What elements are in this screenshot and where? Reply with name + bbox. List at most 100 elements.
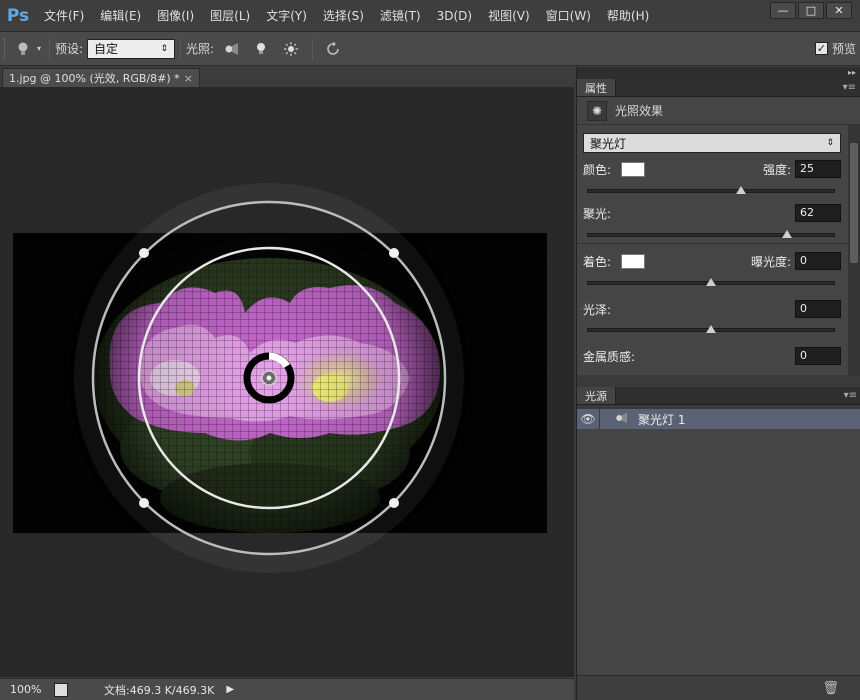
spotlight-icon	[614, 412, 634, 427]
preview-label: 预览	[831, 42, 856, 56]
hotspot-row: 聚光: 62	[583, 203, 841, 223]
preview-checkbox[interactable]: ✓	[814, 42, 828, 55]
menu-item-view[interactable]: 视图(V)	[480, 7, 538, 24]
lights-label: 光照:	[186, 42, 215, 56]
tab-lights[interactable]: 光源	[577, 387, 616, 404]
hotspot-field[interactable]: 62	[795, 204, 841, 222]
properties-title-row: ✺ 光照效果	[577, 97, 860, 125]
right-panel-column: ▸▸ 属性 ▾≡ ✺ 光照效果 聚光灯 ⇕ 颜色: 强度: 25 聚光: 62	[576, 67, 860, 700]
updown-arrow-icon: ⇕	[160, 43, 169, 54]
lights-panel: 光源 ▾≡ 👁 聚光灯 1	[577, 387, 860, 684]
colorize-row: 着色: 曝光度: 0	[583, 251, 841, 271]
divider	[599, 409, 600, 429]
minimize-button[interactable]: —	[770, 2, 796, 19]
spotlight-icon[interactable]	[220, 38, 242, 60]
play-arrow-icon[interactable]: ▶	[226, 684, 234, 695]
infinite-light-icon[interactable]	[280, 38, 302, 60]
menu-item-layer[interactable]: 图层(L)	[202, 7, 258, 24]
tab-properties[interactable]: 属性	[577, 79, 616, 96]
updown-arrow-icon: ⇕	[826, 138, 834, 148]
exposure-slider-thumb[interactable]	[706, 278, 716, 286]
hotspot-label: 聚光:	[583, 206, 612, 221]
collapse-panels-icon[interactable]: ▸▸	[577, 67, 860, 79]
document-tab-title: 1.jpg @ 100% (光效, RGB/8#) *	[9, 72, 180, 85]
menu-item-3d[interactable]: 3D(D)	[429, 9, 480, 23]
properties-title: 光照效果	[615, 104, 664, 118]
menu-item-file[interactable]: 文件(F)	[36, 7, 92, 24]
document-info: 文档:469.3 K/469.3K	[104, 683, 215, 697]
intensity-label: 强度:	[762, 162, 791, 177]
menu-bar: Ps 文件(F) 编辑(E) 图像(I) 图层(L) 文字(Y) 选择(S) 滤…	[0, 0, 860, 32]
color-swatch[interactable]	[621, 161, 646, 177]
exposure-label: 曝光度:	[750, 254, 791, 269]
colorize-swatch[interactable]	[621, 253, 646, 269]
canvas-area[interactable]	[0, 88, 574, 677]
intensity-slider-thumb[interactable]	[735, 186, 746, 194]
menu-item-type[interactable]: 文字(Y)	[258, 7, 315, 24]
reset-icon[interactable]	[322, 38, 344, 60]
gloss-slider[interactable]	[587, 325, 835, 333]
canvas-image[interactable]	[0, 88, 574, 677]
intensity-field[interactable]: 25	[795, 160, 841, 178]
gloss-row: 光泽: 0	[583, 299, 841, 319]
metallic-label: 金属质感:	[583, 349, 636, 364]
divider	[180, 37, 182, 60]
metallic-field[interactable]: 0	[795, 347, 841, 365]
light-name: 聚光灯 1	[638, 412, 686, 427]
exposure-field[interactable]: 0	[795, 252, 841, 270]
hotspot-slider-thumb[interactable]	[782, 230, 793, 238]
properties-panel-header: 属性 ▾≡	[577, 79, 860, 97]
colorize-label: 着色:	[583, 254, 612, 269]
status-bar: 100% 文档:469.3 K/469.3K ▶	[0, 678, 574, 700]
gloss-label: 光泽:	[583, 302, 612, 317]
chevron-down-icon[interactable]: ▾	[34, 38, 44, 60]
properties-scrollbar[interactable]	[848, 125, 860, 375]
menu-item-edit[interactable]: 编辑(E)	[92, 7, 149, 24]
color-label: 颜色:	[583, 162, 612, 177]
properties-panel: ✺ 光照效果 聚光灯 ⇕ 颜色: 强度: 25 聚光: 62 着色: 曝光度:	[577, 97, 860, 375]
close-tab-icon[interactable]: ×	[184, 72, 193, 85]
metallic-row: 金属质感: 0	[583, 346, 841, 366]
eye-icon[interactable]: 👁	[577, 412, 599, 426]
menu-item-help[interactable]: 帮助(H)	[599, 7, 657, 24]
gloss-field[interactable]: 0	[795, 300, 841, 318]
lights-footer: 🗑	[577, 675, 860, 700]
hotspot-slider[interactable]	[587, 230, 835, 238]
bulb-icon[interactable]	[12, 38, 34, 60]
light-type-value: 聚光灯	[590, 136, 627, 151]
preset-select[interactable]: 自定 ⇕	[87, 38, 176, 59]
light-type-select[interactable]: 聚光灯 ⇕	[583, 133, 841, 153]
intensity-slider[interactable]	[587, 186, 835, 194]
lights-panel-header: 光源 ▾≡	[577, 387, 860, 405]
trash-icon[interactable]: 🗑	[822, 681, 839, 696]
divider	[312, 37, 314, 60]
list-item[interactable]: 👁 聚光灯 1	[577, 409, 860, 429]
preset-label: 预设:	[55, 42, 84, 56]
divider	[577, 243, 849, 244]
panel-menu-icon[interactable]: ▾≡	[840, 387, 860, 404]
preview-checkbox-group[interactable]: ✓ 预览	[814, 40, 856, 57]
point-light-icon[interactable]	[250, 38, 272, 60]
menu-item-select[interactable]: 选择(S)	[315, 7, 372, 24]
divider	[49, 37, 50, 60]
lights-list: 👁 聚光灯 1	[577, 409, 860, 684]
panel-menu-icon[interactable]: ▾≡	[839, 79, 860, 96]
options-bar: ▾ 预设: 自定 ⇕ 光照: ✓ 预览	[0, 32, 860, 66]
zoom-level[interactable]: 100%	[0, 683, 44, 696]
preset-value: 自定	[94, 42, 119, 56]
menu-item-filter[interactable]: 滤镜(T)	[372, 7, 429, 24]
maximize-button[interactable]: □	[798, 2, 824, 19]
document-tab[interactable]: 1.jpg @ 100% (光效, RGB/8#) * ×	[2, 68, 200, 87]
menu-item-window[interactable]: 窗口(W)	[538, 7, 599, 24]
export-icon[interactable]	[54, 682, 68, 697]
photoshop-logo: Ps	[6, 5, 30, 26]
color-row: 颜色: 强度: 25	[583, 159, 841, 179]
scrollbar-thumb[interactable]	[850, 143, 858, 263]
grip-handle[interactable]	[4, 37, 12, 60]
window-controls: — □ ✕	[770, 2, 852, 19]
menu-item-image[interactable]: 图像(I)	[149, 7, 202, 24]
close-button[interactable]: ✕	[826, 2, 852, 19]
gloss-slider-thumb[interactable]	[706, 325, 716, 333]
exposure-slider[interactable]	[587, 278, 835, 286]
lighting-effects-icon: ✺	[587, 100, 607, 121]
